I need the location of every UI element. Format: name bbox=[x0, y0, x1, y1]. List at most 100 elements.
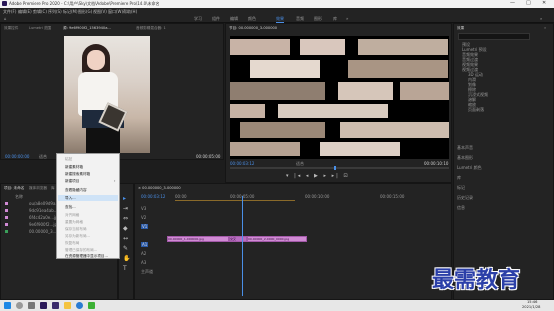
menu-item-new-search-bin[interactable]: 新建搜索素材箱 bbox=[65, 172, 90, 177]
tab-program[interactable]: 节目: 00.000000_3-000000 bbox=[229, 26, 277, 31]
tab-libraries[interactable]: 库 bbox=[51, 186, 55, 191]
pen-icon[interactable]: ✎ bbox=[123, 245, 128, 252]
tab-project[interactable]: 项目: 未命名 bbox=[4, 186, 24, 191]
ripple-edit-icon[interactable]: ⇔ bbox=[123, 215, 128, 222]
workspace-assembly[interactable]: 组件 bbox=[212, 16, 220, 22]
source-fit-select[interactable]: 适合 bbox=[39, 154, 47, 160]
workspace-libraries[interactable]: 库 bbox=[333, 16, 337, 22]
media-encoder-icon[interactable] bbox=[52, 302, 59, 309]
slip-icon[interactable]: ↔ bbox=[123, 235, 128, 242]
project-file[interactable]: 9e6f900f2...jpg bbox=[29, 222, 60, 227]
panel-item-essential-sound[interactable]: 基本声音 bbox=[457, 145, 473, 151]
taskbar-time: 15:46 bbox=[527, 300, 538, 304]
work-area-bar[interactable] bbox=[175, 200, 295, 201]
menu-item-paste: 粘贴 bbox=[65, 157, 73, 161]
forward-icon[interactable]: ▸ bbox=[323, 173, 328, 179]
panel-item-markers[interactable]: 标记 bbox=[457, 185, 465, 191]
workspace-graphics[interactable]: 图形 bbox=[314, 16, 322, 22]
workspace-editing[interactable]: 编辑 bbox=[230, 16, 238, 22]
slice-6 bbox=[230, 82, 325, 100]
workspace-effects[interactable]: 效果 bbox=[276, 16, 284, 23]
workspace-bar: ⌂ 学习 组件 编辑 颜色 效果 音频 图形 库 » ⌕ bbox=[0, 14, 554, 23]
slice-10 bbox=[278, 104, 388, 118]
program-playhead[interactable] bbox=[334, 166, 336, 170]
search-icon[interactable]: ⌕ bbox=[540, 16, 542, 21]
minimize-button[interactable]: — bbox=[510, 0, 515, 6]
tab-effects[interactable]: 效果 bbox=[457, 26, 464, 31]
tab-lumetri-scopes[interactable]: Lumetri 范围 bbox=[29, 26, 51, 31]
panel-item-libraries[interactable]: 库 bbox=[457, 175, 461, 181]
panel-item-essential-graphics[interactable]: 基本图形 bbox=[457, 155, 473, 161]
submenu-arrow-icon: › bbox=[114, 179, 116, 183]
effects-search-input[interactable] bbox=[458, 33, 530, 40]
transition-clip[interactable]: 交叉 bbox=[229, 236, 247, 242]
workspace-learn[interactable]: 学习 bbox=[194, 16, 202, 22]
premiere-icon[interactable] bbox=[40, 302, 47, 309]
maximize-button[interactable]: □ bbox=[526, 0, 531, 6]
project-name-header[interactable]: 名称 bbox=[15, 194, 23, 200]
program-scrubber[interactable] bbox=[230, 167, 449, 169]
slice-3 bbox=[358, 39, 448, 55]
program-timecode[interactable]: 00:00:03:12 bbox=[230, 161, 254, 166]
track-select-icon[interactable]: ⇥ bbox=[123, 205, 128, 212]
timeline-timecode[interactable]: 00:00:03:12 bbox=[141, 194, 165, 199]
slice-5 bbox=[348, 60, 448, 78]
track-label: V1 bbox=[141, 224, 149, 229]
home-icon[interactable]: ⌂ bbox=[4, 16, 7, 21]
selection-tool-icon[interactable]: ▸ bbox=[123, 195, 126, 202]
timeline-clip[interactable]: 00.00000_2-0000_0000.jpg bbox=[247, 236, 307, 242]
slice-12 bbox=[340, 122, 449, 138]
windows-start-icon[interactable] bbox=[4, 302, 11, 309]
context-menu: 粘贴 新建素材箱 新建搜索素材箱 新建项目 › 查看隐藏内容 导入... 查找.… bbox=[56, 153, 120, 259]
tab-more[interactable]: » bbox=[544, 26, 546, 30]
timeline-playhead[interactable] bbox=[242, 196, 243, 296]
panel-item-history[interactable]: 历史记录 bbox=[457, 195, 473, 201]
task-view-icon[interactable] bbox=[28, 302, 35, 309]
panel-item-lumetri-color[interactable]: Lumetri 颜色 bbox=[457, 165, 482, 171]
timeline-clip[interactable]: 00.00000_1-000000.jpg bbox=[167, 236, 229, 242]
effects-item[interactable]: 页面剥落 bbox=[468, 107, 484, 113]
slice-8 bbox=[400, 82, 449, 100]
razor-icon[interactable]: ◆ bbox=[123, 225, 128, 232]
play-icon[interactable]: ▶ bbox=[314, 173, 320, 179]
search-icon[interactable] bbox=[16, 302, 23, 309]
source-video-frame bbox=[64, 36, 150, 153]
panel-item-info[interactable]: 信息 bbox=[457, 205, 465, 211]
menu-item-import[interactable]: 导入... bbox=[65, 196, 76, 201]
title-bar: Adobe Premiere Pro 2020 - C:\用户\Sky\文档\A… bbox=[0, 0, 554, 8]
menu-item-view-hidden[interactable]: 查看隐藏内容 bbox=[65, 188, 87, 193]
type-icon[interactable]: T bbox=[123, 265, 127, 272]
figure-legs bbox=[86, 128, 120, 153]
timeline-panel: × 00.000000_3-000000 00:00:03:12 00:00 0… bbox=[134, 183, 452, 300]
wechat-icon[interactable] bbox=[88, 302, 95, 309]
step-forward-icon[interactable]: ▸| bbox=[332, 173, 340, 179]
step-back-icon[interactable]: |◂ bbox=[294, 173, 302, 179]
menu-item-reveal-explorer[interactable]: 在资源管理器中显示项目... bbox=[65, 254, 108, 259]
tab-media-browser[interactable]: 媒体浏览器 bbox=[29, 186, 47, 191]
menu-item-new-item[interactable]: 新建项目 bbox=[65, 179, 79, 184]
program-transport-controls: ▾ |◂ ◂ ▶ ▸ ▸| ⊡ bbox=[286, 173, 396, 181]
menu-item-find[interactable]: 查找... bbox=[65, 205, 76, 210]
slice-14 bbox=[320, 142, 400, 156]
browser-icon[interactable] bbox=[76, 302, 83, 309]
workspace-color[interactable]: 颜色 bbox=[248, 16, 256, 22]
explorer-icon[interactable] bbox=[64, 302, 71, 309]
marker-icon[interactable]: ▾ bbox=[286, 173, 291, 179]
slice-1 bbox=[230, 39, 290, 55]
menu-item-manage-layouts: 管理已保存的布局... bbox=[65, 248, 98, 252]
camera-icon[interactable]: ⊡ bbox=[343, 173, 349, 179]
workspace-audio[interactable]: 音频 bbox=[296, 16, 304, 22]
program-video-frame bbox=[230, 36, 449, 159]
slice-13 bbox=[230, 142, 300, 156]
tab-timeline[interactable]: × 00.000000_3-000000 bbox=[138, 186, 181, 190]
rewind-icon[interactable]: ◂ bbox=[306, 173, 311, 179]
tab-effect-controls[interactable]: 效果控件 bbox=[4, 26, 18, 31]
hand-icon[interactable]: ✋ bbox=[123, 255, 130, 262]
close-button[interactable]: ✕ bbox=[542, 0, 546, 6]
menu-item-new-bin[interactable]: 新建素材箱 bbox=[65, 165, 83, 170]
tab-audio-mixer[interactable]: 音频剪辑混合器: 1 bbox=[136, 26, 166, 31]
source-timecode[interactable]: 00:00:00:00 bbox=[5, 154, 29, 159]
tab-source[interactable]: 源: 9e6f900f2_1563940a... bbox=[63, 26, 111, 31]
workspace-more[interactable]: » bbox=[346, 16, 348, 21]
project-file[interactable]: 00.00000_3... bbox=[29, 229, 56, 234]
